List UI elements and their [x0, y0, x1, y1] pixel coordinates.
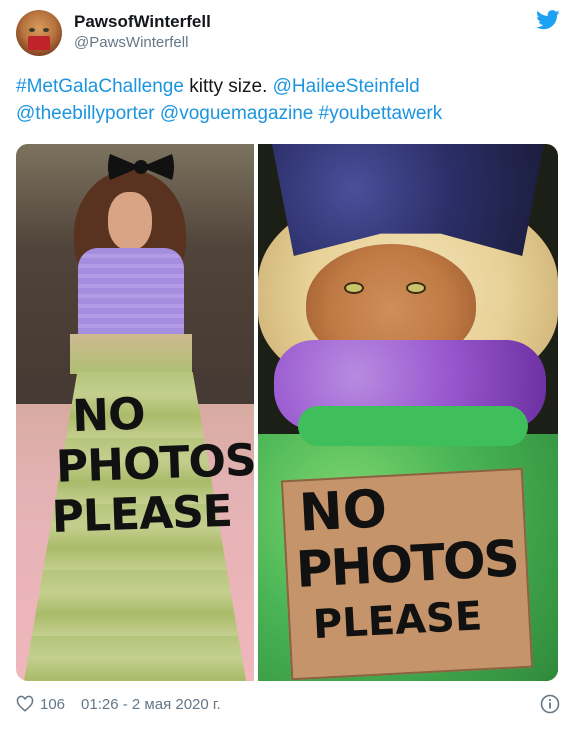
mention-link[interactable]: @voguemagazine	[160, 103, 313, 124]
photo-cat-costume[interactable]: NO PHOTOS PLEASE	[258, 144, 558, 681]
sign-text-line: PHOTOS	[294, 529, 519, 599]
hashtag-link[interactable]: #youbettawerk	[319, 103, 443, 124]
avatar-eye	[43, 28, 49, 32]
cat-eye	[406, 282, 426, 294]
heart-icon[interactable]	[16, 695, 34, 713]
tweet-card: PawsofWinterfell @PawsWinterfell #MetGal…	[0, 0, 580, 730]
timestamp[interactable]: 01:26 - 2 мая 2020 г.	[81, 696, 221, 713]
green-collar	[298, 406, 528, 446]
tweet-text-plain: kitty size.	[183, 76, 273, 97]
twitter-bird-icon[interactable]	[536, 10, 560, 30]
hashtag-link[interactable]: #MetGalaChallenge	[16, 76, 184, 97]
face	[108, 192, 152, 250]
dress-lettering: NO PHOTOS PLEASE	[33, 387, 254, 544]
tweet-footer: 106 01:26 - 2 мая 2020 г.	[16, 692, 221, 716]
mention-link[interactable]: @HaileeSteinfeld	[273, 76, 420, 97]
bow-icon	[108, 154, 174, 180]
mention-link[interactable]: @theebillyporter	[16, 103, 155, 124]
tweet-text: #MetGalaChallenge kitty size. @HaileeSte…	[16, 73, 556, 127]
avatar-eye	[29, 28, 35, 32]
author-display-name[interactable]: PawsofWinterfell	[74, 12, 211, 32]
dress-text-line: NO	[71, 388, 146, 443]
media-grid: NO PHOTOS PLEASE NO PHOTOS PLEASE	[16, 144, 558, 681]
info-icon[interactable]	[540, 694, 560, 714]
dress-text-line: PLEASE	[50, 485, 233, 543]
dress-bodice	[78, 248, 184, 338]
sign-lettering: NO PHOTOS PLEASE	[292, 474, 530, 654]
dress-text-line: PHOTOS	[55, 434, 254, 493]
avatar-sign	[28, 36, 50, 50]
avatar[interactable]	[16, 10, 62, 56]
cat-eye	[344, 282, 364, 294]
dress-waist	[70, 334, 192, 374]
author-handle[interactable]: @PawsWinterfell	[74, 34, 188, 51]
photo-met-gala-dress[interactable]: NO PHOTOS PLEASE	[16, 144, 254, 681]
like-count[interactable]: 106	[40, 696, 65, 713]
